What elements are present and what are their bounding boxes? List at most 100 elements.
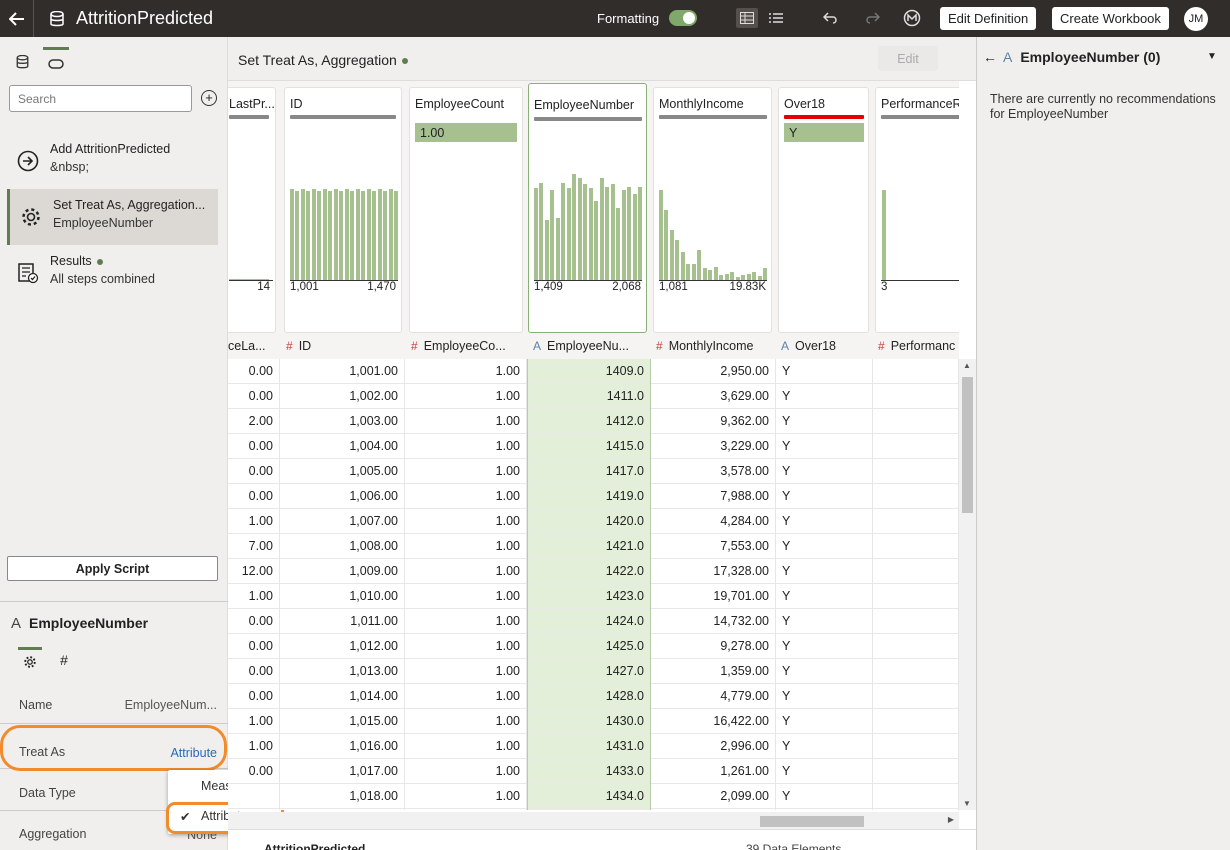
profile-card[interactable]: MonthlyIncome 1,081 19.83K [653, 87, 772, 333]
grid-cell[interactable]: 1422.0 [528, 559, 650, 584]
redo-icon[interactable] [861, 8, 883, 28]
grid-cell[interactable]: 1419.0 [528, 484, 650, 509]
grid-cell[interactable]: 7,553.00 [651, 534, 775, 559]
grid-cell[interactable]: 1,013.00 [280, 659, 404, 684]
grid-cell[interactable]: 1.00 [405, 434, 526, 459]
grid-cell[interactable]: 3,629.00 [651, 384, 775, 409]
grid-cell[interactable] [873, 384, 958, 409]
grid-cell[interactable] [873, 484, 958, 509]
script-tab[interactable] [43, 47, 69, 77]
grid-cell[interactable]: 1421.0 [528, 534, 650, 559]
grid-cell[interactable]: Y [776, 709, 872, 734]
grid-cell[interactable]: 1.00 [405, 409, 526, 434]
edit-definition-button[interactable]: Edit Definition [940, 7, 1037, 30]
grid-cell[interactable]: 4,284.00 [651, 509, 775, 534]
grid-cell[interactable]: 0.00 [228, 459, 279, 484]
formatting-toggle[interactable] [669, 10, 697, 26]
grid-cell[interactable]: 7.00 [228, 534, 279, 559]
grid-cell[interactable]: 1,007.00 [280, 509, 404, 534]
grid-cell[interactable]: 1.00 [405, 559, 526, 584]
grid-cell[interactable]: 0.00 [228, 384, 279, 409]
undo-icon[interactable] [820, 8, 842, 28]
grid-cell[interactable]: 1,015.00 [280, 709, 404, 734]
grid-cell[interactable]: 1.00 [405, 609, 526, 634]
grid-cell[interactable] [873, 584, 958, 609]
grid-cell[interactable]: 1434.0 [528, 784, 650, 809]
grid-cell[interactable]: Y [776, 434, 872, 459]
grid-cell[interactable]: 1.00 [405, 709, 526, 734]
grid-cell[interactable]: 7,988.00 [651, 484, 775, 509]
grid-cell[interactable] [873, 509, 958, 534]
grid-cell[interactable]: 1.00 [405, 384, 526, 409]
grid-cell[interactable]: 1.00 [228, 509, 279, 534]
grid-cell[interactable]: 3,578.00 [651, 459, 775, 484]
grid-cell[interactable]: Y [776, 384, 872, 409]
scroll-thumb[interactable] [962, 377, 973, 513]
grid-cell[interactable]: 1,018.00 [280, 784, 404, 809]
grid-cell[interactable]: 2,996.00 [651, 734, 775, 759]
grid-cell[interactable]: 19,701.00 [651, 584, 775, 609]
grid-cell[interactable]: 0.00 [228, 759, 279, 784]
scroll-down-icon[interactable]: ▼ [963, 799, 971, 808]
grid-cell[interactable]: 1433.0 [528, 759, 650, 784]
grid-cell[interactable]: 1,012.00 [280, 634, 404, 659]
grid-cell[interactable]: 1,016.00 [280, 734, 404, 759]
name-value[interactable]: EmployeeNum... [125, 698, 217, 712]
grid-cell[interactable] [873, 659, 958, 684]
grid-cell[interactable]: 1.00 [405, 484, 526, 509]
column-header[interactable]: ceLa... [228, 339, 280, 359]
grid-cell[interactable]: 1,009.00 [280, 559, 404, 584]
scroll-thumb[interactable] [760, 816, 864, 827]
grid-cell[interactable]: 0.00 [228, 684, 279, 709]
grid-cell[interactable]: 1,008.00 [280, 534, 404, 559]
workflow-icon[interactable] [901, 8, 923, 28]
list-view-icon[interactable] [765, 8, 787, 28]
grid-cell[interactable]: 1.00 [405, 534, 526, 559]
grid-cell[interactable] [228, 784, 279, 809]
grid-cell[interactable]: Y [776, 584, 872, 609]
grid-cell[interactable]: 14,732.00 [651, 609, 775, 634]
grid-cell[interactable]: 1.00 [228, 709, 279, 734]
grid-cell[interactable] [873, 359, 958, 384]
grid-cell[interactable]: 1,014.00 [280, 684, 404, 709]
profile-card[interactable]: EmployeeCount 1.00 [409, 87, 523, 333]
grid-cell[interactable]: 0.00 [228, 434, 279, 459]
grid-cell[interactable]: 1.00 [228, 734, 279, 759]
grid-cell[interactable]: Y [776, 484, 872, 509]
grid-cell[interactable]: 1.00 [405, 684, 526, 709]
step-results[interactable]: Results All steps combined [7, 245, 218, 301]
grid-cell[interactable]: 1427.0 [528, 659, 650, 684]
grid-cell[interactable]: Y [776, 609, 872, 634]
grid-cell[interactable]: 0.00 [228, 359, 279, 384]
grid-cell[interactable] [873, 709, 958, 734]
properties-general-tab[interactable] [18, 647, 42, 673]
grid-cell[interactable]: 1,261.00 [651, 759, 775, 784]
data-tab[interactable] [9, 47, 35, 77]
grid-cell[interactable] [873, 409, 958, 434]
grid-cell[interactable] [873, 634, 958, 659]
grid-cell[interactable]: 1.00 [228, 584, 279, 609]
grid-cell[interactable]: 12.00 [228, 559, 279, 584]
edit-button[interactable]: Edit [878, 46, 938, 71]
scroll-up-icon[interactable]: ▲ [963, 361, 971, 370]
grid-cell[interactable]: 1420.0 [528, 509, 650, 534]
table-view-icon[interactable] [736, 8, 758, 28]
grid-cell[interactable]: 2,950.00 [651, 359, 775, 384]
column-header[interactable]: # EmployeeCo... [411, 339, 529, 359]
grid-cell[interactable]: 1423.0 [528, 584, 650, 609]
grid-cell[interactable]: 1424.0 [528, 609, 650, 634]
create-workbook-button[interactable]: Create Workbook [1052, 7, 1169, 30]
profile-card[interactable]: LastPr... 14 [228, 87, 276, 333]
grid-cell[interactable] [873, 684, 958, 709]
grid-cell[interactable] [873, 784, 958, 809]
grid-cell[interactable]: 1,011.00 [280, 609, 404, 634]
grid-cell[interactable]: 1,017.00 [280, 759, 404, 784]
grid-cell[interactable]: Y [776, 784, 872, 809]
grid-cell[interactable]: 1.00 [405, 734, 526, 759]
grid-cell[interactable]: 1.00 [405, 509, 526, 534]
grid-cell[interactable]: 1.00 [405, 659, 526, 684]
grid-cell[interactable]: 1,010.00 [280, 584, 404, 609]
grid-cell[interactable]: 1411.0 [528, 384, 650, 409]
grid-cell[interactable]: 1.00 [405, 459, 526, 484]
grid-cell[interactable]: 1431.0 [528, 734, 650, 759]
